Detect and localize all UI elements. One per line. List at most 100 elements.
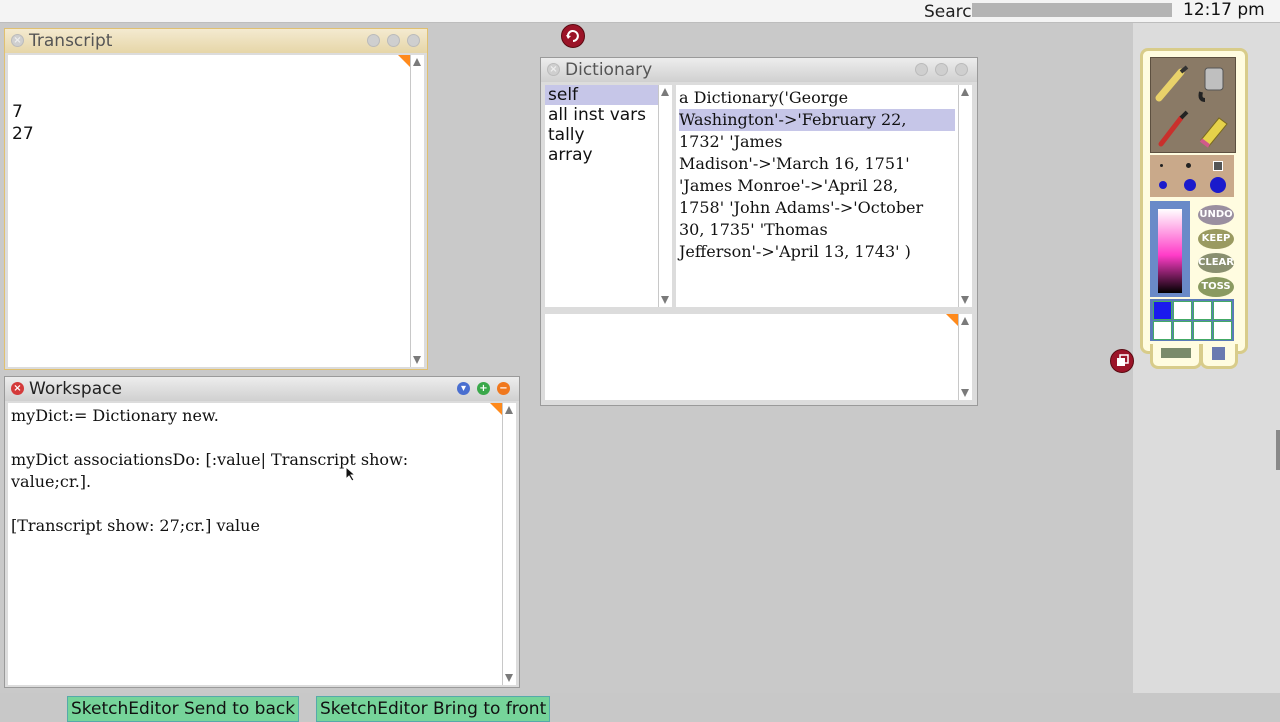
send-to-back-button[interactable]: SketchEditor Send to back [67,696,300,722]
paint-palette[interactable]: UNDO KEEP CLEAR TOSS [1140,48,1248,354]
value-line: a Dictionary('George [679,88,849,107]
brush-size-small-icon[interactable] [1160,164,1163,167]
eraser-icon[interactable] [1195,108,1231,148]
code-line: [Transcript show: 27;cr.] value [11,516,260,535]
close-icon[interactable]: × [11,34,24,47]
keep-button[interactable]: KEEP [1198,229,1234,249]
transcript-titlebar[interactable]: × Transcript [5,29,427,53]
color-swatch[interactable] [1153,301,1172,320]
color-swatch[interactable] [1213,321,1232,340]
value-line: 30, 1735' 'Thomas [679,220,828,239]
evaluation-pane[interactable] [545,314,958,400]
scroll-up-icon[interactable] [661,88,669,96]
value-line: 1732' 'James [679,132,783,151]
transcript-text-pane[interactable]: 7 27 [8,55,410,367]
toss-button[interactable]: TOSS [1198,277,1234,297]
workspace-text-pane[interactable]: myDict:= Dictionary new. myDict associat… [8,403,502,685]
field-item-tally[interactable]: tally [545,125,658,145]
color-swatch[interactable] [1193,321,1212,340]
brush-dot-icon[interactable] [1184,179,1196,191]
field-list-scrollbar[interactable] [658,85,672,307]
brush-dot-icon[interactable] [1159,181,1167,189]
transcript-line: 7 [12,102,23,122]
workspace-titlebar[interactable]: × Workspace ▾ + − [5,377,519,401]
stamp-tab[interactable] [1150,344,1202,369]
stamp-icon[interactable] [1161,348,1191,358]
field-item-all-inst-vars[interactable]: all inst vars [545,105,658,125]
scroll-up-icon[interactable] [505,406,513,414]
scroll-edge-indicator [1276,430,1280,470]
bring-to-front-button[interactable]: SketchEditor Bring to front [316,696,551,722]
eyedropper-icon[interactable] [1155,108,1191,148]
scroll-down-icon[interactable] [413,356,421,364]
paint-bucket-icon[interactable] [1195,62,1231,102]
color-swatch[interactable] [1213,301,1232,320]
scroll-up-icon[interactable] [961,88,969,96]
color-swatch[interactable] [1193,301,1212,320]
expand-icon[interactable]: + [477,382,490,395]
transcript-line: 27 [12,124,34,144]
rotate-halo-icon[interactable] [561,24,585,48]
color-swatch[interactable] [1173,301,1192,320]
brush-size-panel[interactable] [1150,155,1234,197]
clear-button[interactable]: CLEAR [1198,253,1234,273]
dictionary-inspector-window[interactable]: × Dictionary self all inst vars tally ar… [540,57,978,406]
evaluation-pane-scrollbar[interactable] [958,314,972,400]
workspace-scrollbar[interactable] [502,403,516,685]
search-input[interactable] [972,3,1172,17]
collapse-icon[interactable] [915,63,928,76]
field-list[interactable]: self all inst vars tally array [545,85,658,307]
field-item-array[interactable]: array [545,145,658,165]
scroll-down-icon[interactable] [505,674,513,682]
collapse-icon[interactable]: ▾ [457,382,470,395]
color-swatch[interactable] [1173,321,1192,340]
transcript-title: Transcript [29,31,113,51]
value-pane-scrollbar[interactable] [958,85,972,307]
brush-size-large-icon[interactable] [1213,161,1223,171]
resize-corner-icon[interactable] [946,314,958,326]
scroll-down-icon[interactable] [961,389,969,397]
value-line: Washington'->'February 22, [679,109,955,131]
value-pane[interactable]: a Dictionary('George Washington'->'Febru… [676,85,958,307]
value-line: Jefferson'->'April 13, 1743' ) [679,242,911,261]
paintbrush-icon[interactable] [1155,64,1191,102]
scroll-down-icon[interactable] [961,296,969,304]
close-icon[interactable]: × [547,63,560,76]
resize-corner-icon[interactable] [398,55,410,67]
code-line: myDict:= Dictionary new. [11,406,219,425]
menu-icon[interactable] [955,63,968,76]
clock: 12:17 pm [1183,0,1265,20]
field-item-self[interactable]: self [545,85,658,105]
polygon-tab[interactable] [1200,344,1238,369]
expand-icon[interactable] [935,63,948,76]
scroll-up-icon[interactable] [961,317,969,325]
tools-panel [1150,57,1236,153]
scroll-up-icon[interactable] [413,58,421,66]
dictionary-titlebar[interactable]: × Dictionary [541,58,977,82]
workspace-window[interactable]: × Workspace ▾ + − myDict:= Dictionary ne… [4,376,520,688]
resize-halo-icon[interactable] [1110,349,1134,373]
value-line: 1758' 'John Adams'->'October [679,198,924,217]
transcript-scrollbar[interactable] [410,55,424,367]
menu-icon[interactable]: − [497,382,510,395]
brush-size-medium-icon[interactable] [1186,163,1191,168]
expand-icon[interactable] [387,34,400,47]
scroll-down-icon[interactable] [661,296,669,304]
collapse-icon[interactable] [367,34,380,47]
dictionary-title: Dictionary [565,60,653,80]
workspace-title: Workspace [29,379,122,399]
color-gradient[interactable] [1158,209,1182,293]
color-swatch[interactable] [1153,321,1172,340]
polygon-tool-icon[interactable] [1212,347,1225,360]
menu-icon[interactable] [407,34,420,47]
resize-corner-icon[interactable] [490,403,502,415]
transcript-window[interactable]: × Transcript 7 27 [4,28,428,370]
color-picker-panel[interactable] [1150,201,1190,297]
top-menu-bar: Search 12:17 pm [0,0,1280,23]
brush-dot-icon[interactable] [1210,177,1226,193]
undo-button[interactable]: UNDO [1198,205,1234,225]
close-icon[interactable]: × [11,382,24,395]
mouse-pointer-icon [345,466,357,482]
